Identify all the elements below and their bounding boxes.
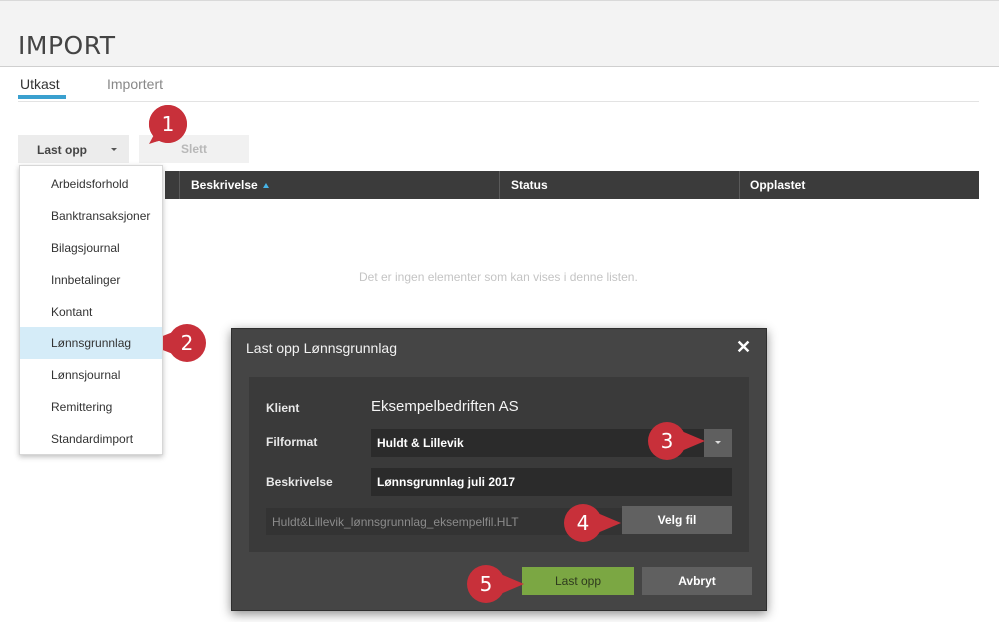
tab-bar: Utkast Importert bbox=[18, 68, 979, 102]
tab-utkast[interactable]: Utkast bbox=[20, 76, 60, 92]
menu-item-lonnsgrunnlag[interactable]: Lønnsgrunnlag bbox=[20, 327, 162, 359]
menu-item-innbetalinger[interactable]: Innbetalinger bbox=[20, 264, 162, 296]
sort-asc-icon bbox=[262, 183, 269, 188]
filformat-label: Filformat bbox=[266, 435, 318, 449]
beskrivelse-input[interactable] bbox=[371, 468, 732, 496]
menu-item-remittering[interactable]: Remittering bbox=[20, 391, 162, 423]
callout-4: 4 bbox=[561, 502, 621, 544]
callout-2: 2 bbox=[163, 322, 207, 364]
callout-number: 4 bbox=[576, 511, 590, 535]
menu-item-arbeidsforhold[interactable]: Arbeidsforhold bbox=[20, 168, 162, 200]
choose-file-button[interactable]: Velg fil bbox=[622, 506, 732, 534]
callout-3: 3 bbox=[645, 420, 705, 462]
callout-number: 5 bbox=[479, 572, 493, 596]
tab-importert[interactable]: Importert bbox=[107, 76, 163, 92]
callout-number: 3 bbox=[660, 429, 674, 453]
active-tab-indicator bbox=[18, 95, 66, 99]
page-title: IMPORT bbox=[18, 31, 116, 60]
callout-5: 5 bbox=[464, 563, 524, 605]
callout-number: 1 bbox=[161, 112, 175, 136]
callout-1: 1 bbox=[146, 103, 190, 145]
column-divider bbox=[739, 171, 740, 199]
menu-item-bilagsjournal[interactable]: Bilagsjournal bbox=[20, 232, 162, 264]
empty-list-message: Det er ingen elementer som kan vises i d… bbox=[359, 270, 638, 284]
upload-dropdown-button[interactable]: Last opp bbox=[18, 135, 129, 163]
chevron-down-icon bbox=[111, 148, 117, 151]
callout-number: 2 bbox=[180, 331, 194, 355]
column-label-beskrivelse: Beskrivelse bbox=[191, 178, 258, 192]
beskrivelse-label: Beskrivelse bbox=[266, 475, 333, 489]
column-divider bbox=[499, 171, 500, 199]
table-header: Beskrivelse Status Opplastet bbox=[165, 171, 979, 199]
column-header-opplastet[interactable]: Opplastet bbox=[750, 178, 805, 192]
filformat-value: Huldt & Lillevik bbox=[377, 436, 464, 450]
chevron-down-icon bbox=[715, 441, 721, 444]
column-header-status[interactable]: Status bbox=[511, 178, 548, 192]
dialog-title: Last opp Lønnsgrunnlag bbox=[246, 340, 397, 356]
upload-submit-button[interactable]: Last opp bbox=[522, 567, 634, 595]
column-header-beskrivelse[interactable]: Beskrivelse bbox=[191, 178, 269, 192]
cancel-button[interactable]: Avbryt bbox=[642, 567, 752, 595]
close-icon[interactable]: ✕ bbox=[736, 337, 751, 358]
page-header: IMPORT bbox=[0, 0, 999, 67]
menu-item-lonnsjournal[interactable]: Lønnsjournal bbox=[20, 359, 162, 391]
upload-type-menu: Arbeidsforhold Banktransaksjoner Bilagsj… bbox=[19, 165, 163, 455]
klient-label: Klient bbox=[266, 401, 300, 415]
filformat-dropdown-button[interactable] bbox=[704, 429, 732, 457]
menu-item-standardimport[interactable]: Standardimport bbox=[20, 423, 162, 455]
klient-value: Eksempelbedriften AS bbox=[371, 398, 519, 415]
menu-item-banktransaksjoner[interactable]: Banktransaksjoner bbox=[20, 200, 162, 232]
menu-item-kontant[interactable]: Kontant bbox=[20, 296, 162, 328]
column-divider bbox=[179, 171, 180, 199]
dialog-form: Klient Eksempelbedriften AS Filformat Hu… bbox=[249, 377, 749, 552]
upload-button-label: Last opp bbox=[37, 143, 87, 157]
